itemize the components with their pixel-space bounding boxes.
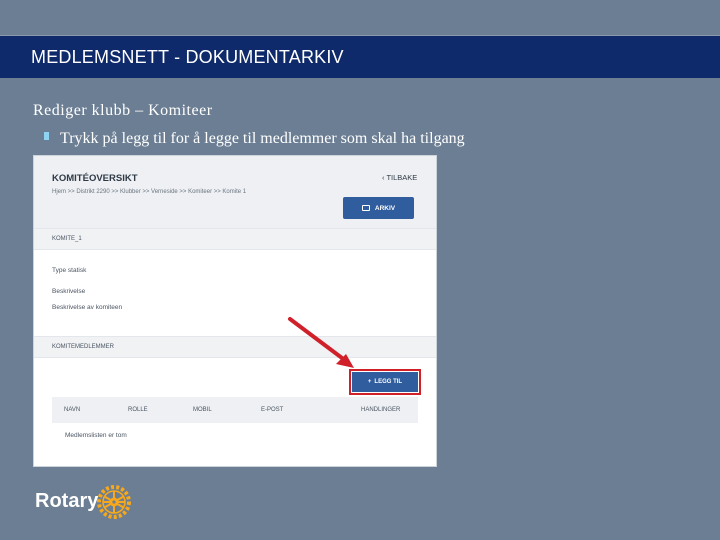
add-member-button[interactable]: + LEGG TIL: [349, 369, 421, 395]
embedded-screenshot: KOMITÉOVERSIKT ‹ TILBAKE Hjem >> Distrik…: [33, 155, 437, 467]
members-section-title: KOMITEMEDLEMMER: [52, 344, 115, 350]
bullet-text: Trykk på legg til for å legge til medlem…: [60, 130, 465, 147]
column-header: HANDLINGER: [361, 407, 401, 413]
members-table-header: NAVN ROLLE MOBIL E-POST HANDLINGER: [52, 397, 418, 423]
description-value: Beskrivelse av komiteen: [52, 304, 123, 311]
column-header: MOBIL: [193, 407, 212, 413]
slide-title: MEDLEMSNETT - DOKUMENTARKIV: [31, 47, 344, 67]
add-member-label: LEGG TIL: [374, 379, 403, 385]
back-link[interactable]: ‹ TILBAKE: [382, 173, 417, 182]
title-bar: MEDLEMSNETT - DOKUMENTARKIV: [0, 36, 720, 78]
committee-overview-title: KOMITÉOVERSIKT: [52, 173, 138, 184]
archive-button[interactable]: ARKIV: [343, 197, 414, 219]
column-header: E-POST: [261, 407, 284, 413]
column-header: ROLLE: [128, 407, 148, 413]
top-rule: [0, 0, 720, 36]
empty-list-text: Medlemslisten er tom: [65, 432, 127, 439]
slide-subtitle: Rediger klubb – Komiteer: [33, 102, 213, 119]
column-header: NAVN: [64, 407, 81, 413]
archive-button-label: ARKIV: [374, 204, 396, 212]
rotary-wheel-icon: [97, 485, 131, 519]
logo-text: Rotary: [35, 490, 99, 512]
bullet-marker: [44, 132, 49, 140]
breadcrumb: Hjem >> Distrikt 2290 >> Klubber >> Vern…: [52, 189, 247, 195]
back-label: TILBAKE: [386, 173, 418, 182]
type-line: Type statisk: [52, 267, 87, 274]
committee-section-header: KOMITE_1: [34, 228, 436, 250]
folder-icon: [361, 205, 370, 211]
plus-icon: +: [367, 379, 372, 385]
committee-name: KOMITE_1: [52, 236, 82, 242]
members-section-header: KOMITEMEDLEMMER: [34, 336, 436, 358]
description-label: Beskrivelse: [52, 288, 86, 295]
red-arrow-icon: [288, 317, 354, 368]
